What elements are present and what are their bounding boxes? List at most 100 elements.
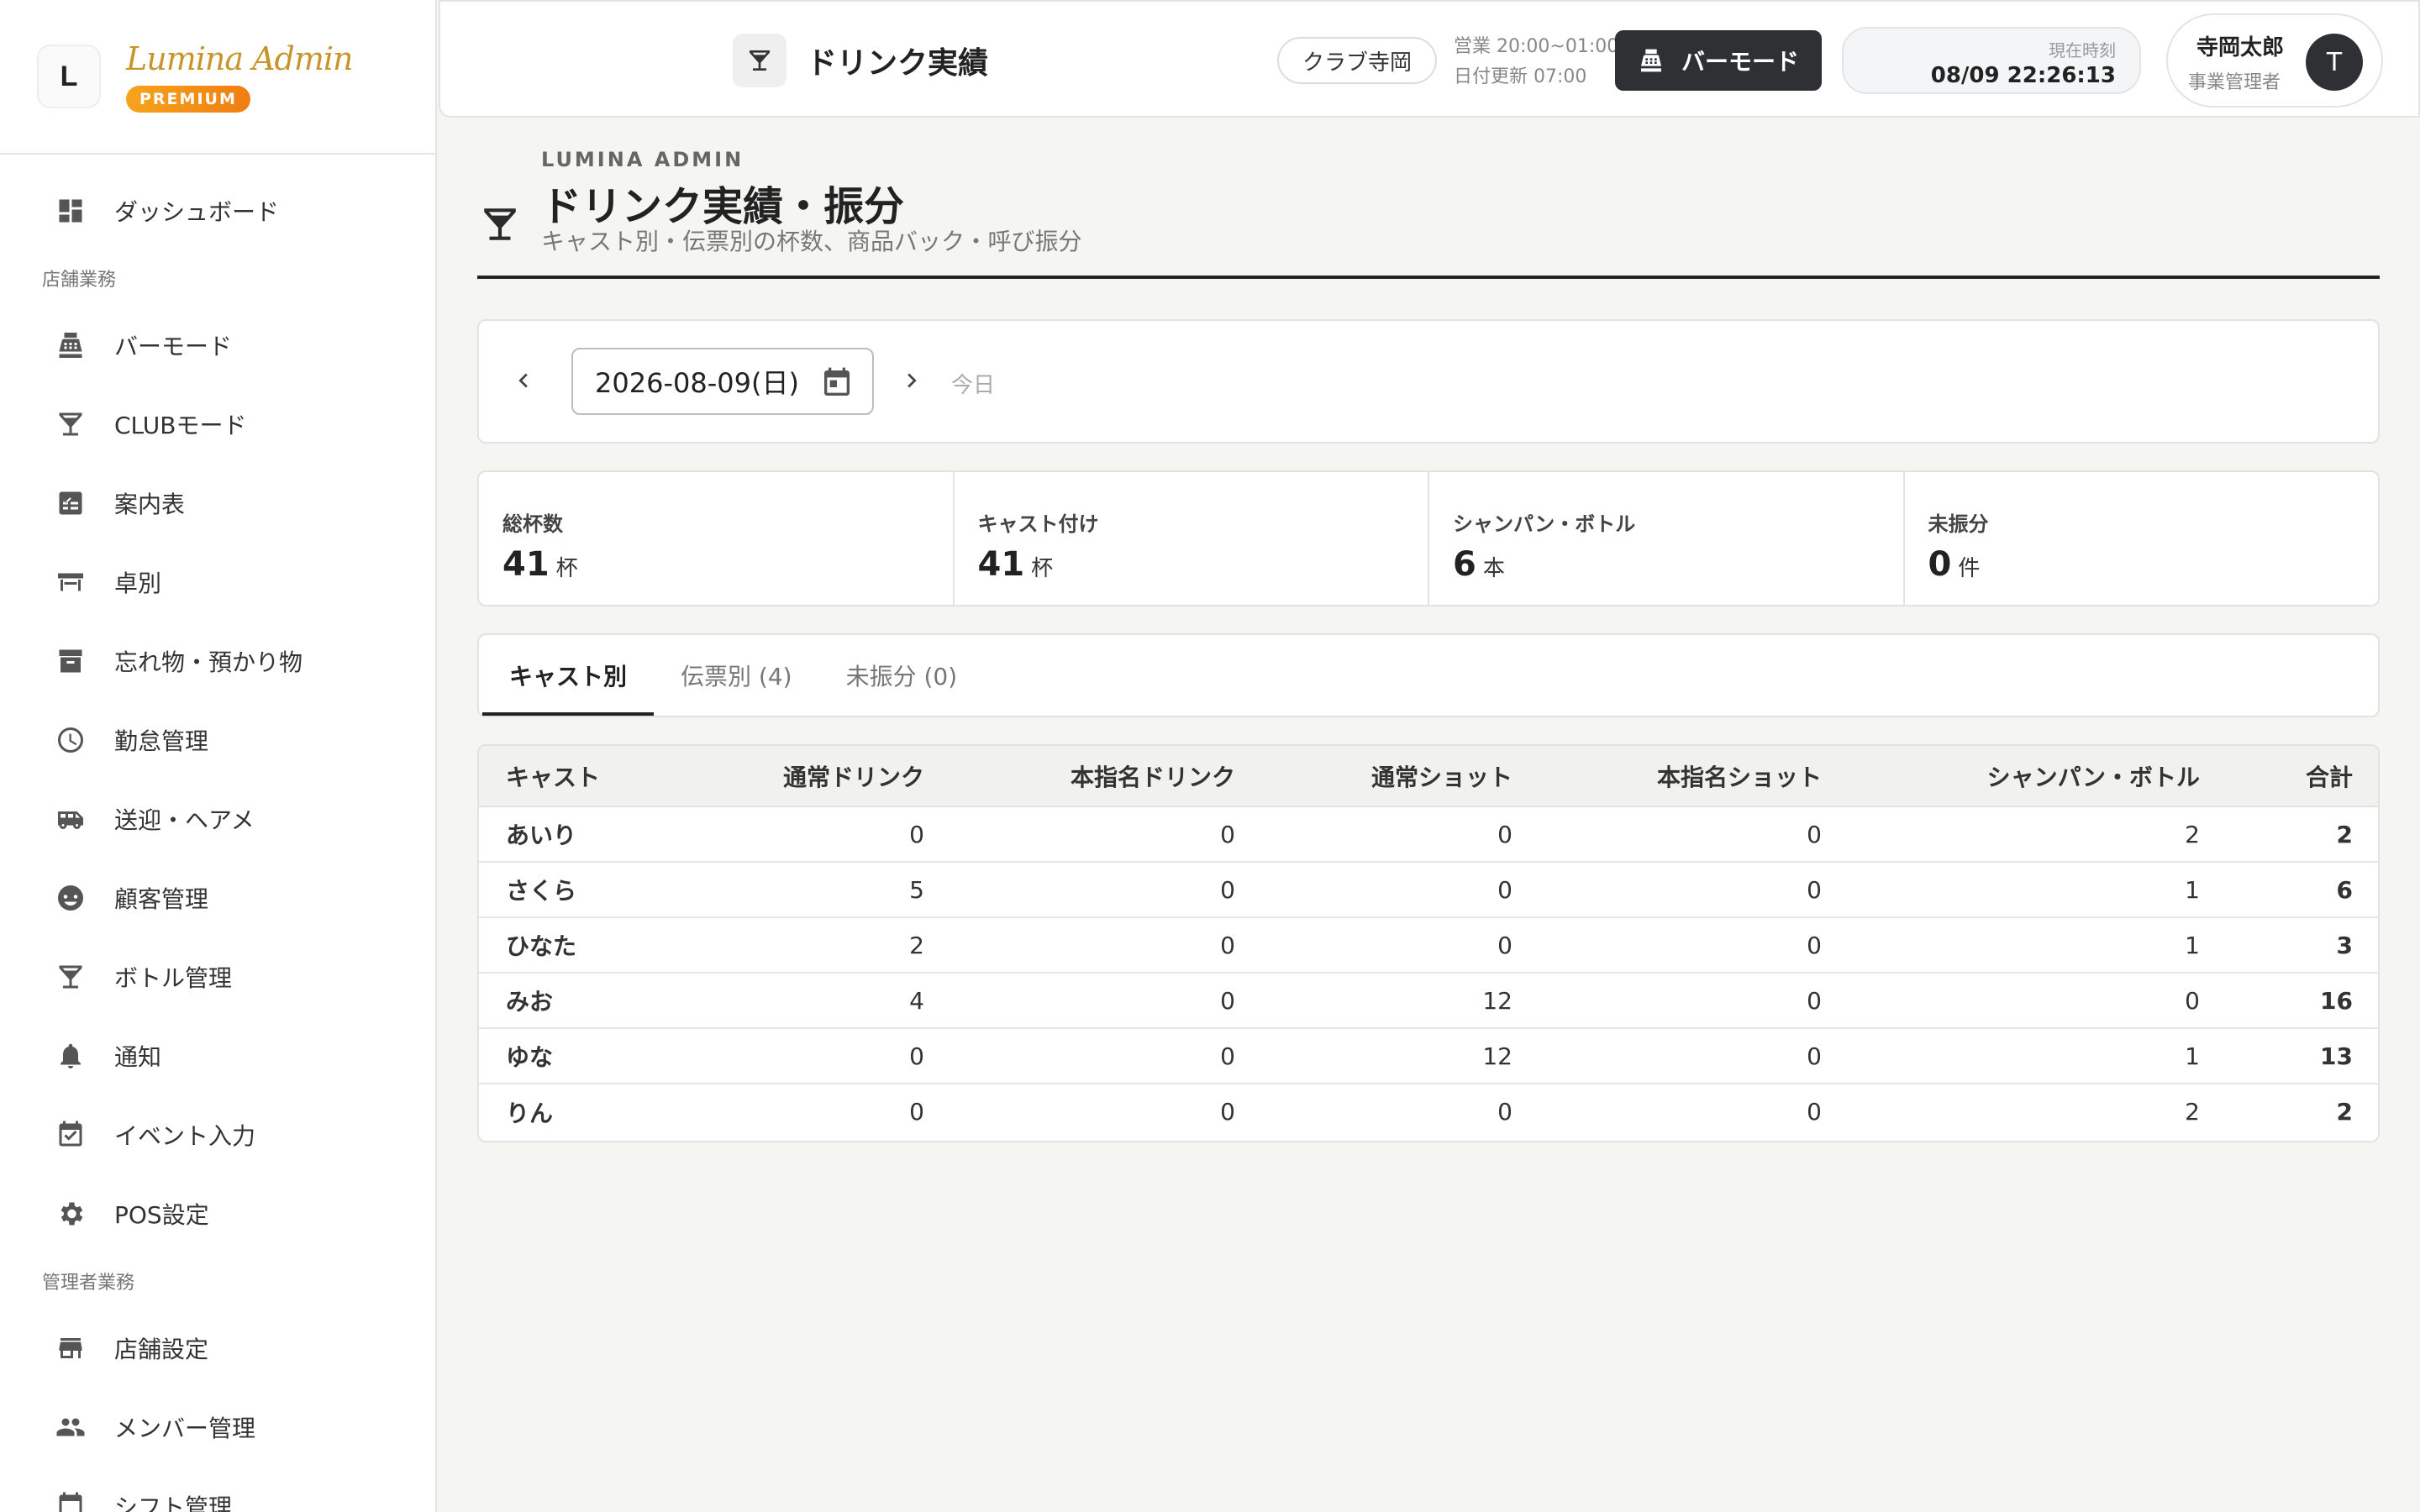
row-total: 13 [2225, 1028, 2378, 1084]
table-row[interactable]: あいり 0 0 0 0 2 2 [479, 806, 2378, 863]
table-cell: 0 [689, 1028, 950, 1084]
avatar[interactable]: T [2306, 34, 2363, 91]
row-total: 6 [2225, 862, 2378, 918]
bar-mode-button[interactable]: バーモード [1615, 30, 1822, 91]
sidebar-item-label: 顧客管理 [114, 885, 209, 913]
today-button[interactable]: 今日 [951, 368, 995, 399]
tab-by-slip[interactable]: 伝票別 (4) [654, 635, 819, 716]
cast-name: あいり [479, 806, 689, 863]
chevron-left-icon [518, 373, 528, 388]
table-row[interactable]: りん 0 0 0 0 2 2 [479, 1084, 2378, 1139]
people-icon [55, 1412, 86, 1442]
table-cell: 0 [1538, 862, 1847, 918]
table-cell: 5 [689, 862, 950, 918]
stat-unit: 件 [1958, 556, 1981, 581]
business-hours-text: 営業 20:00~01:00 [1454, 36, 1619, 57]
column-header[interactable]: キャスト [479, 746, 689, 807]
stat-cast-assigned: キャスト付け 41 杯 [955, 472, 1429, 605]
current-time-label: 現在時刻 [2049, 40, 2116, 60]
table-cell: 0 [1807, 1098, 1822, 1126]
sidebar-item-customers[interactable]: 顧客管理 [0, 858, 435, 937]
tab-unassigned[interactable]: 未振分 (0) [819, 635, 985, 716]
table-cell: 12 [1260, 1028, 1538, 1084]
sidebar-nav: ダッシュボード 店舗業務 バーモード CLUBモード 案内表 卓別 忘れ物・預か… [0, 155, 435, 1512]
sidebar-item-label: 送迎・ヘアメ [114, 806, 255, 834]
sidebar-item-bottles[interactable]: ボトル管理 [0, 937, 435, 1016]
date-input[interactable]: 2026-08-09(日) [571, 348, 874, 415]
sidebar-item-guide-board[interactable]: 案内表 [0, 464, 435, 543]
table-cell: 1 [1847, 917, 2225, 974]
column-header[interactable]: 本指名ドリンク [950, 746, 1260, 807]
sidebar-item-label: メンバー管理 [114, 1415, 256, 1442]
sidebar-item-label: 案内表 [114, 491, 186, 518]
table-row[interactable]: みお 4 0 12 0 0 16 [479, 973, 2378, 1029]
sidebar-item-bar-mode[interactable]: バーモード [0, 306, 435, 385]
tab-by-cast[interactable]: キャスト別 [482, 635, 655, 716]
table-cell: 0 [1260, 917, 1538, 974]
table-cell: 0 [1847, 973, 2225, 1029]
stat-value: 6 [1453, 545, 1476, 584]
archive-icon [55, 646, 86, 676]
gear-icon [55, 1199, 86, 1229]
sidebar-item-store-settings[interactable]: 店舗設定 [0, 1309, 435, 1388]
stat-total-drinks: 総杯数 41 杯 [479, 472, 955, 605]
table-row[interactable]: ゆな 0 0 12 0 1 13 [479, 1028, 2378, 1084]
next-day-button[interactable] [891, 360, 933, 402]
stat-value: 41 [977, 545, 1025, 584]
column-header[interactable]: 通常ショット [1260, 746, 1538, 807]
business-hours: 営業 20:00~01:00 日付更新 07:00 [1454, 32, 1618, 92]
date-value: 2026-08-09(日) [595, 367, 799, 399]
row-total: 2 [2225, 806, 2378, 863]
face-icon [55, 883, 86, 913]
cast-name: ひなた [479, 917, 689, 974]
table-cell: 12 [1260, 973, 1538, 1029]
sidebar-item-label: イベント入力 [114, 1122, 256, 1150]
sidebar-item-label: 勤怠管理 [114, 727, 209, 755]
table-cell: 0 [1497, 1098, 1512, 1126]
row-total: 3 [2225, 917, 2378, 974]
stat-label: シャンパン・ボトル [1453, 512, 1636, 536]
store-selector[interactable]: クラブ寺岡 [1277, 37, 1438, 84]
table-cell: 0 [1538, 806, 1847, 863]
stat-label: 総杯数 [502, 512, 563, 536]
row-total: 2 [2336, 1098, 2353, 1126]
brand-mark[interactable]: L [37, 45, 101, 108]
column-header[interactable]: 通常ドリンク [689, 746, 950, 807]
clock-icon [55, 725, 86, 755]
sidebar-item-club-mode[interactable]: CLUBモード [0, 385, 435, 464]
cast-drink-table: キャスト 通常ドリンク 本指名ドリンク 通常ショット 本指名ショット シャンパン… [477, 744, 2380, 1142]
stat-label: 未振分 [1928, 512, 1989, 536]
table-cell: 0 [1220, 1098, 1235, 1126]
sidebar-item-event-input[interactable]: イベント入力 [0, 1095, 435, 1174]
sidebar-item-notifications[interactable]: 通知 [0, 1016, 435, 1095]
table-cell: 2 [689, 917, 950, 974]
sidebar-item-attendance[interactable]: 勤怠管理 [0, 701, 435, 780]
user-menu[interactable]: 寺岡太郎 事業管理者 T [2166, 13, 2383, 108]
user-name: 寺岡太郎 [2196, 35, 2285, 60]
sidebar-item-transport[interactable]: 送迎・ヘアメ [0, 780, 435, 858]
table-cell: 2 [2185, 1098, 2200, 1126]
sidebar-item-members[interactable]: メンバー管理 [0, 1388, 435, 1467]
sidebar-item-label: ボトル管理 [114, 964, 233, 992]
column-header[interactable]: シャンパン・ボトル [1847, 746, 2225, 807]
sidebar-item-by-table[interactable]: 卓別 [0, 543, 435, 622]
calendar-icon[interactable] [820, 366, 854, 400]
sidebar-item-lost-items[interactable]: 忘れ物・預かり物 [0, 622, 435, 701]
bell-icon [55, 1041, 86, 1071]
sidebar-item-pos-settings[interactable]: POS設定 [0, 1174, 435, 1253]
column-header[interactable]: 合計 [2225, 746, 2378, 807]
table-row[interactable]: ひなた 2 0 0 0 1 3 [479, 917, 2378, 974]
cast-name: ゆな [479, 1028, 689, 1084]
stat-champagne-bottle: シャンパン・ボトル 6本 [1429, 472, 1905, 605]
calendar-icon [55, 1491, 86, 1512]
table-cell: 0 [1538, 1028, 1847, 1084]
sidebar-item-dashboard[interactable]: ダッシュボード [0, 171, 435, 250]
table-row[interactable]: さくら 5 0 0 0 1 6 [479, 862, 2378, 918]
brand-logo[interactable]: Lumina Admin [126, 40, 354, 77]
table-cell: 0 [950, 806, 1260, 863]
column-header[interactable]: 本指名ショット [1538, 746, 1847, 807]
previous-day-button[interactable] [502, 360, 544, 402]
sidebar-item-shifts[interactable]: シフト管理 [0, 1467, 435, 1512]
table-cell: 1 [1847, 1028, 2225, 1084]
stat-value: 41 [502, 545, 550, 584]
